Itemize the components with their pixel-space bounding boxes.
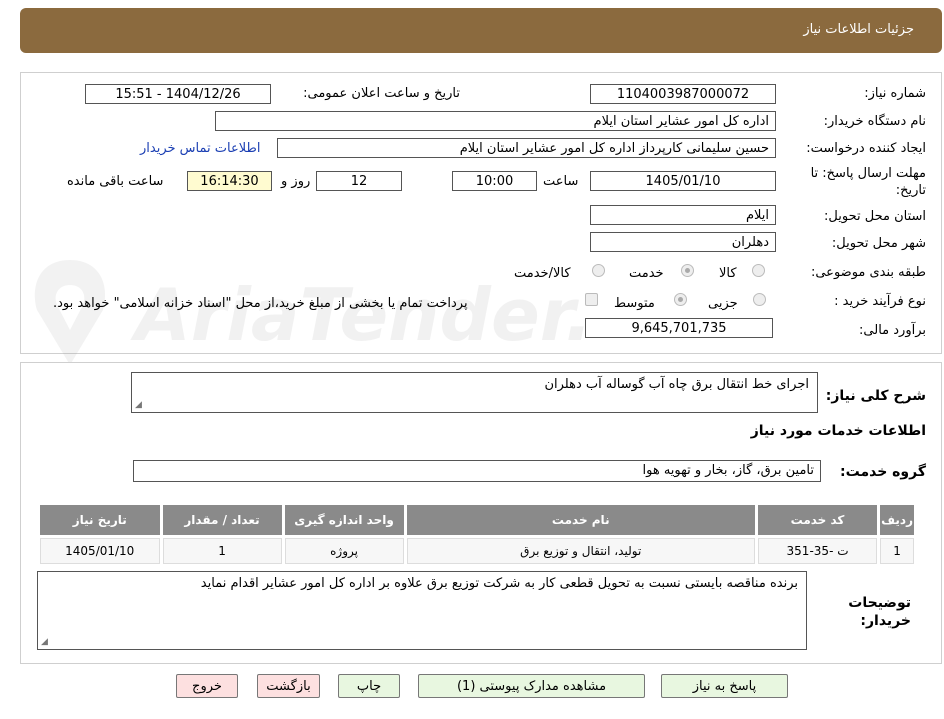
city-field: دهلران <box>590 232 776 252</box>
payment-checkbox[interactable] <box>585 293 598 306</box>
budget-label: برآورد مالی: <box>859 323 926 338</box>
cell-service-code: ت -35-351 <box>757 538 878 564</box>
table-header-row: ردیف کد خدمت نام خدمت واحد اندازه گیری ت… <box>40 505 914 535</box>
summary-label: شرح کلی نیاز: <box>825 388 926 404</box>
cell-need-date: 1405/01/10 <box>40 538 160 564</box>
province-label: استان محل تحویل: <box>824 209 926 224</box>
service-group-field: تامین برق، گاز، بخار و تهویه هوا <box>133 460 821 482</box>
days-label: روز و <box>281 174 311 189</box>
remaining-time-field: 16:14:30 <box>187 171 272 191</box>
services-table: ردیف کد خدمت نام خدمت واحد اندازه گیری ت… <box>37 502 917 567</box>
summary-textarea[interactable]: اجرای خط انتقال برق چاه آب گوساله آب دهل… <box>131 372 818 413</box>
buyer-notes-textarea[interactable]: برنده مناقصه بایستی نسبت به تحویل قطعی ک… <box>37 571 807 650</box>
payment-note: پرداخت تمام یا بخشی از مبلغ خرید،از محل … <box>53 296 468 311</box>
process-radio-medium[interactable] <box>674 293 687 306</box>
announce-field: 1404/12/26 - 15:51 <box>85 84 271 104</box>
back-button[interactable]: بازگشت <box>257 674 320 698</box>
col-quantity: تعداد / مقدار <box>162 505 282 535</box>
cell-row-number: 1 <box>880 538 914 564</box>
buyer-notes-label-2: خریدار: <box>860 613 911 629</box>
resize-handle-icon[interactable]: ◢ <box>135 400 142 410</box>
province-field: ایلام <box>590 205 776 225</box>
buyer-notes-text: برنده مناقصه بایستی نسبت به تحویل قطعی ک… <box>200 576 798 591</box>
category-option-service: خدمت <box>629 266 664 281</box>
deadline-label: مهلت ارسال پاسخ: تا <box>810 166 926 181</box>
attachments-button[interactable]: مشاهده مدارک پیوستی (1) <box>418 674 645 698</box>
process-label: نوع فرآیند خرید : <box>834 294 926 309</box>
announce-label: تاریخ و ساعت اعلان عمومی: <box>303 86 460 101</box>
service-group-label: گروه خدمت: <box>840 464 926 480</box>
hour-label: ساعت <box>543 174 579 189</box>
need-number-field: 1104003987000072 <box>590 84 776 104</box>
deadline-time-field: 10:00 <box>452 171 537 191</box>
reply-button[interactable]: پاسخ به نیاز <box>661 674 788 698</box>
days-field: 12 <box>316 171 402 191</box>
requester-field: حسین سلیمانی کارپرداز اداره کل امور عشای… <box>277 138 776 158</box>
category-label: طبقه بندی موضوعی: <box>810 265 926 280</box>
buyer-notes-label: توضیحات <box>848 595 911 611</box>
need-number-label: شماره نیاز: <box>864 86 926 101</box>
budget-field: 9,645,701,735 <box>585 318 773 338</box>
cell-service-name: تولید، انتقال و توزیع برق <box>406 538 755 564</box>
print-button[interactable]: چاپ <box>338 674 400 698</box>
deadline-label-date: تاریخ: <box>895 183 926 198</box>
cell-quantity: 1 <box>162 538 282 564</box>
city-label: شهر محل تحویل: <box>831 236 926 251</box>
category-option-goods-service: کالا/خدمت <box>514 266 571 281</box>
summary-text: اجرای خط انتقال برق چاه آب گوساله آب دهل… <box>544 377 809 392</box>
category-radio-goods-service[interactable] <box>592 264 605 277</box>
col-row-number: ردیف <box>880 505 914 535</box>
category-radio-service[interactable] <box>681 264 694 277</box>
col-need-date: تاریخ نیاز <box>40 505 160 535</box>
col-unit: واحد اندازه گیری <box>284 505 404 535</box>
buyer-org-label: نام دستگاه خریدار: <box>823 114 926 129</box>
buyer-contact-link[interactable]: اطلاعات تماس خریدار <box>140 141 260 156</box>
process-option-medium: متوسط <box>614 296 655 311</box>
col-service-code: کد خدمت <box>757 505 878 535</box>
category-radio-goods[interactable] <box>752 264 765 277</box>
buyer-org-field: اداره کل امور عشایر استان ایلام <box>215 111 776 131</box>
table-row: 1 ت -35-351 تولید، انتقال و توزیع برق پر… <box>40 538 914 564</box>
requester-label: ایجاد کننده درخواست: <box>806 141 926 156</box>
col-service-name: نام خدمت <box>406 505 755 535</box>
process-radio-minor[interactable] <box>753 293 766 306</box>
remaining-label: ساعت باقی مانده <box>67 174 164 189</box>
services-section-title: اطلاعات خدمات مورد نیاز <box>750 423 926 439</box>
resize-handle-icon[interactable]: ◢ <box>41 637 48 647</box>
process-option-minor: جزیی <box>708 296 738 311</box>
cell-unit: پروژه <box>284 538 404 564</box>
page-header: جزئیات اطلاعات نیاز <box>20 8 942 53</box>
deadline-date-field: 1405/01/10 <box>590 171 776 191</box>
page-title: جزئیات اطلاعات نیاز <box>803 22 914 37</box>
category-option-goods: کالا <box>719 266 737 281</box>
exit-button[interactable]: خروج <box>176 674 238 698</box>
